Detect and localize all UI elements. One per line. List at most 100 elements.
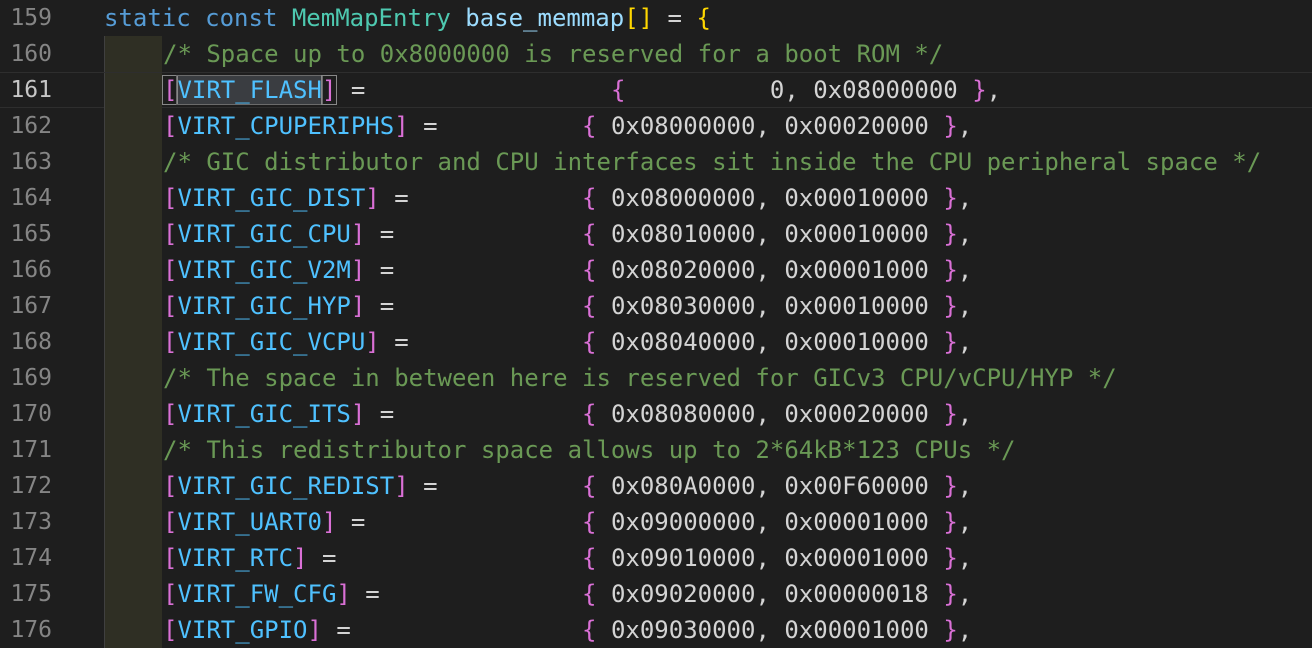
base-value: 0x08040000 — [610, 328, 756, 356]
brace-token: } — [943, 580, 958, 608]
operator-token: = — [408, 472, 583, 500]
base-value: 0x09030000 — [610, 616, 756, 644]
operator-token: = — [321, 616, 583, 644]
code-line[interactable]: 165 [VIRT_GIC_CPU] = { 0x08010000, 0x0001… — [0, 216, 1312, 252]
base-value: 0x09010000 — [610, 544, 756, 572]
code-line[interactable]: 160 /* Space up to 0x8000000 is reserved … — [0, 36, 1312, 72]
bracket-token: [ — [163, 292, 178, 320]
comma-token: , — [755, 472, 785, 500]
bracket-token: ] — [293, 544, 308, 572]
comma-token: , — [957, 616, 973, 644]
bracket-token: [ — [163, 508, 178, 536]
operator-token: = — [379, 184, 583, 212]
code-line[interactable]: 170 [VIRT_GIC_ITS] = { 0x08080000, 0x0002… — [0, 396, 1312, 432]
base-value: 0 — [639, 76, 785, 104]
line-number: 173 — [10, 509, 52, 535]
brace-token: { — [582, 544, 597, 572]
base-value: 0x08000000 — [610, 112, 756, 140]
base-value: 0x09000000 — [610, 508, 756, 536]
operator-token: = — [336, 76, 611, 104]
code-line[interactable]: 174 [VIRT_RTC] = { 0x09010000, 0x00001000… — [0, 540, 1312, 576]
code-line[interactable]: 169 /* The space in between here is reser… — [0, 360, 1312, 396]
brace-token: { — [582, 616, 597, 644]
line-number: 160 — [10, 41, 52, 67]
size-value: 0x00010000 — [784, 184, 929, 212]
bracket-token: ] — [321, 508, 337, 536]
indent-guide — [104, 288, 162, 324]
comma-token: , — [957, 256, 973, 284]
indent-guide — [104, 73, 162, 109]
brace-token: } — [943, 328, 958, 356]
bracket-token: [ — [163, 256, 178, 284]
code-line[interactable]: 172 [VIRT_GIC_REDIST] = { 0x080A0000, 0x0… — [0, 468, 1312, 504]
brace-token: } — [943, 472, 958, 500]
bracket-token: ] — [350, 292, 366, 320]
comma-token: , — [755, 328, 785, 356]
code-text: [VIRT_GIC_VCPU] = { 0x08040000, 0x000100… — [163, 324, 972, 360]
comma-token: , — [755, 616, 785, 644]
line-number: 171 — [10, 437, 52, 463]
line-number: 174 — [10, 545, 52, 571]
indent-guide — [104, 36, 162, 72]
brace-token: { — [582, 220, 597, 248]
line-number: 163 — [10, 149, 52, 175]
code-line[interactable]: 159 static const MemMapEntry base_memmap[… — [0, 0, 1312, 36]
variable-token: base_memmap — [465, 4, 625, 32]
operator-token: = — [365, 256, 583, 284]
brace-token: } — [943, 220, 958, 248]
code-line[interactable]: 175 [VIRT_FW_CFG] = { 0x09020000, 0x00000… — [0, 576, 1312, 612]
brace-token: { — [610, 76, 626, 104]
brace-token: } — [943, 112, 958, 140]
bracket-token: ] — [350, 220, 366, 248]
brace-token: } — [943, 544, 958, 572]
indent-guide — [104, 504, 162, 540]
size-value: 0x00001000 — [784, 616, 929, 644]
code-line[interactable]: 171 /* This redistributor space allows up… — [0, 432, 1312, 468]
comma-token: , — [755, 112, 785, 140]
comma-token: , — [986, 76, 1002, 104]
comment-token: /* The space in between here is reserved… — [163, 364, 1117, 392]
indent-guide — [104, 324, 162, 360]
identifier-token: VIRT_GIC_HYP — [177, 292, 351, 320]
brace-token: } — [943, 292, 958, 320]
brace-token: { — [582, 328, 597, 356]
base-value: 0x080A0000 — [610, 472, 756, 500]
code-line[interactable]: 168 [VIRT_GIC_VCPU] = { 0x08040000, 0x000… — [0, 324, 1312, 360]
code-line[interactable]: 167 [VIRT_GIC_HYP] = { 0x08030000, 0x0001… — [0, 288, 1312, 324]
size-value: 0x00001000 — [784, 544, 929, 572]
line-number: 166 — [10, 257, 52, 283]
size-value: 0x00001000 — [784, 256, 929, 284]
code-text: [VIRT_GIC_V2M] = { 0x08020000, 0x0000100… — [163, 252, 972, 288]
line-number: 161 — [10, 77, 52, 103]
code-line[interactable]: 176 [VIRT_GPIO] = { 0x09030000, 0x0000100… — [0, 612, 1312, 648]
code-line[interactable]: 166 [VIRT_GIC_V2M] = { 0x08020000, 0x0000… — [0, 252, 1312, 288]
code-line[interactable]: 164 [VIRT_GIC_DIST] = { 0x08000000, 0x000… — [0, 180, 1312, 216]
comment-token: /* This redistributor space allows up to… — [163, 436, 1016, 464]
operator-token: = — [365, 292, 583, 320]
code-text: [VIRT_GIC_HYP] = { 0x08030000, 0x0001000… — [163, 288, 972, 324]
code-line[interactable]: 161 [VIRT_FLASH] = { 0, 0x08000000 }, — [0, 72, 1312, 109]
code-line[interactable]: 162 [VIRT_CPUPERIPHS] = { 0x08000000, 0x0… — [0, 108, 1312, 144]
code-text: [VIRT_UART0] = { 0x09000000, 0x00001000 … — [163, 504, 972, 540]
comma-token: , — [755, 400, 785, 428]
identifier-token: VIRT_GIC_VCPU — [177, 328, 366, 356]
indent-guide — [104, 180, 162, 216]
code-editor[interactable]: 159 static const MemMapEntry base_memmap[… — [0, 0, 1312, 648]
size-value: 0x00010000 — [784, 328, 929, 356]
indent-guide — [104, 540, 162, 576]
comma-token: , — [755, 580, 785, 608]
comma-token: , — [957, 292, 973, 320]
brace-token: { — [582, 508, 597, 536]
identifier-token: VIRT_GIC_REDIST — [177, 472, 395, 500]
identifier-token: VIRT_GIC_V2M — [177, 256, 351, 284]
code-line[interactable]: 163 /* GIC distributor and CPU interfaces… — [0, 144, 1312, 180]
size-value: 0x00010000 — [784, 292, 929, 320]
code-line[interactable]: 173 [VIRT_UART0] = { 0x09000000, 0x000010… — [0, 504, 1312, 540]
bracket-token: ] — [350, 400, 366, 428]
